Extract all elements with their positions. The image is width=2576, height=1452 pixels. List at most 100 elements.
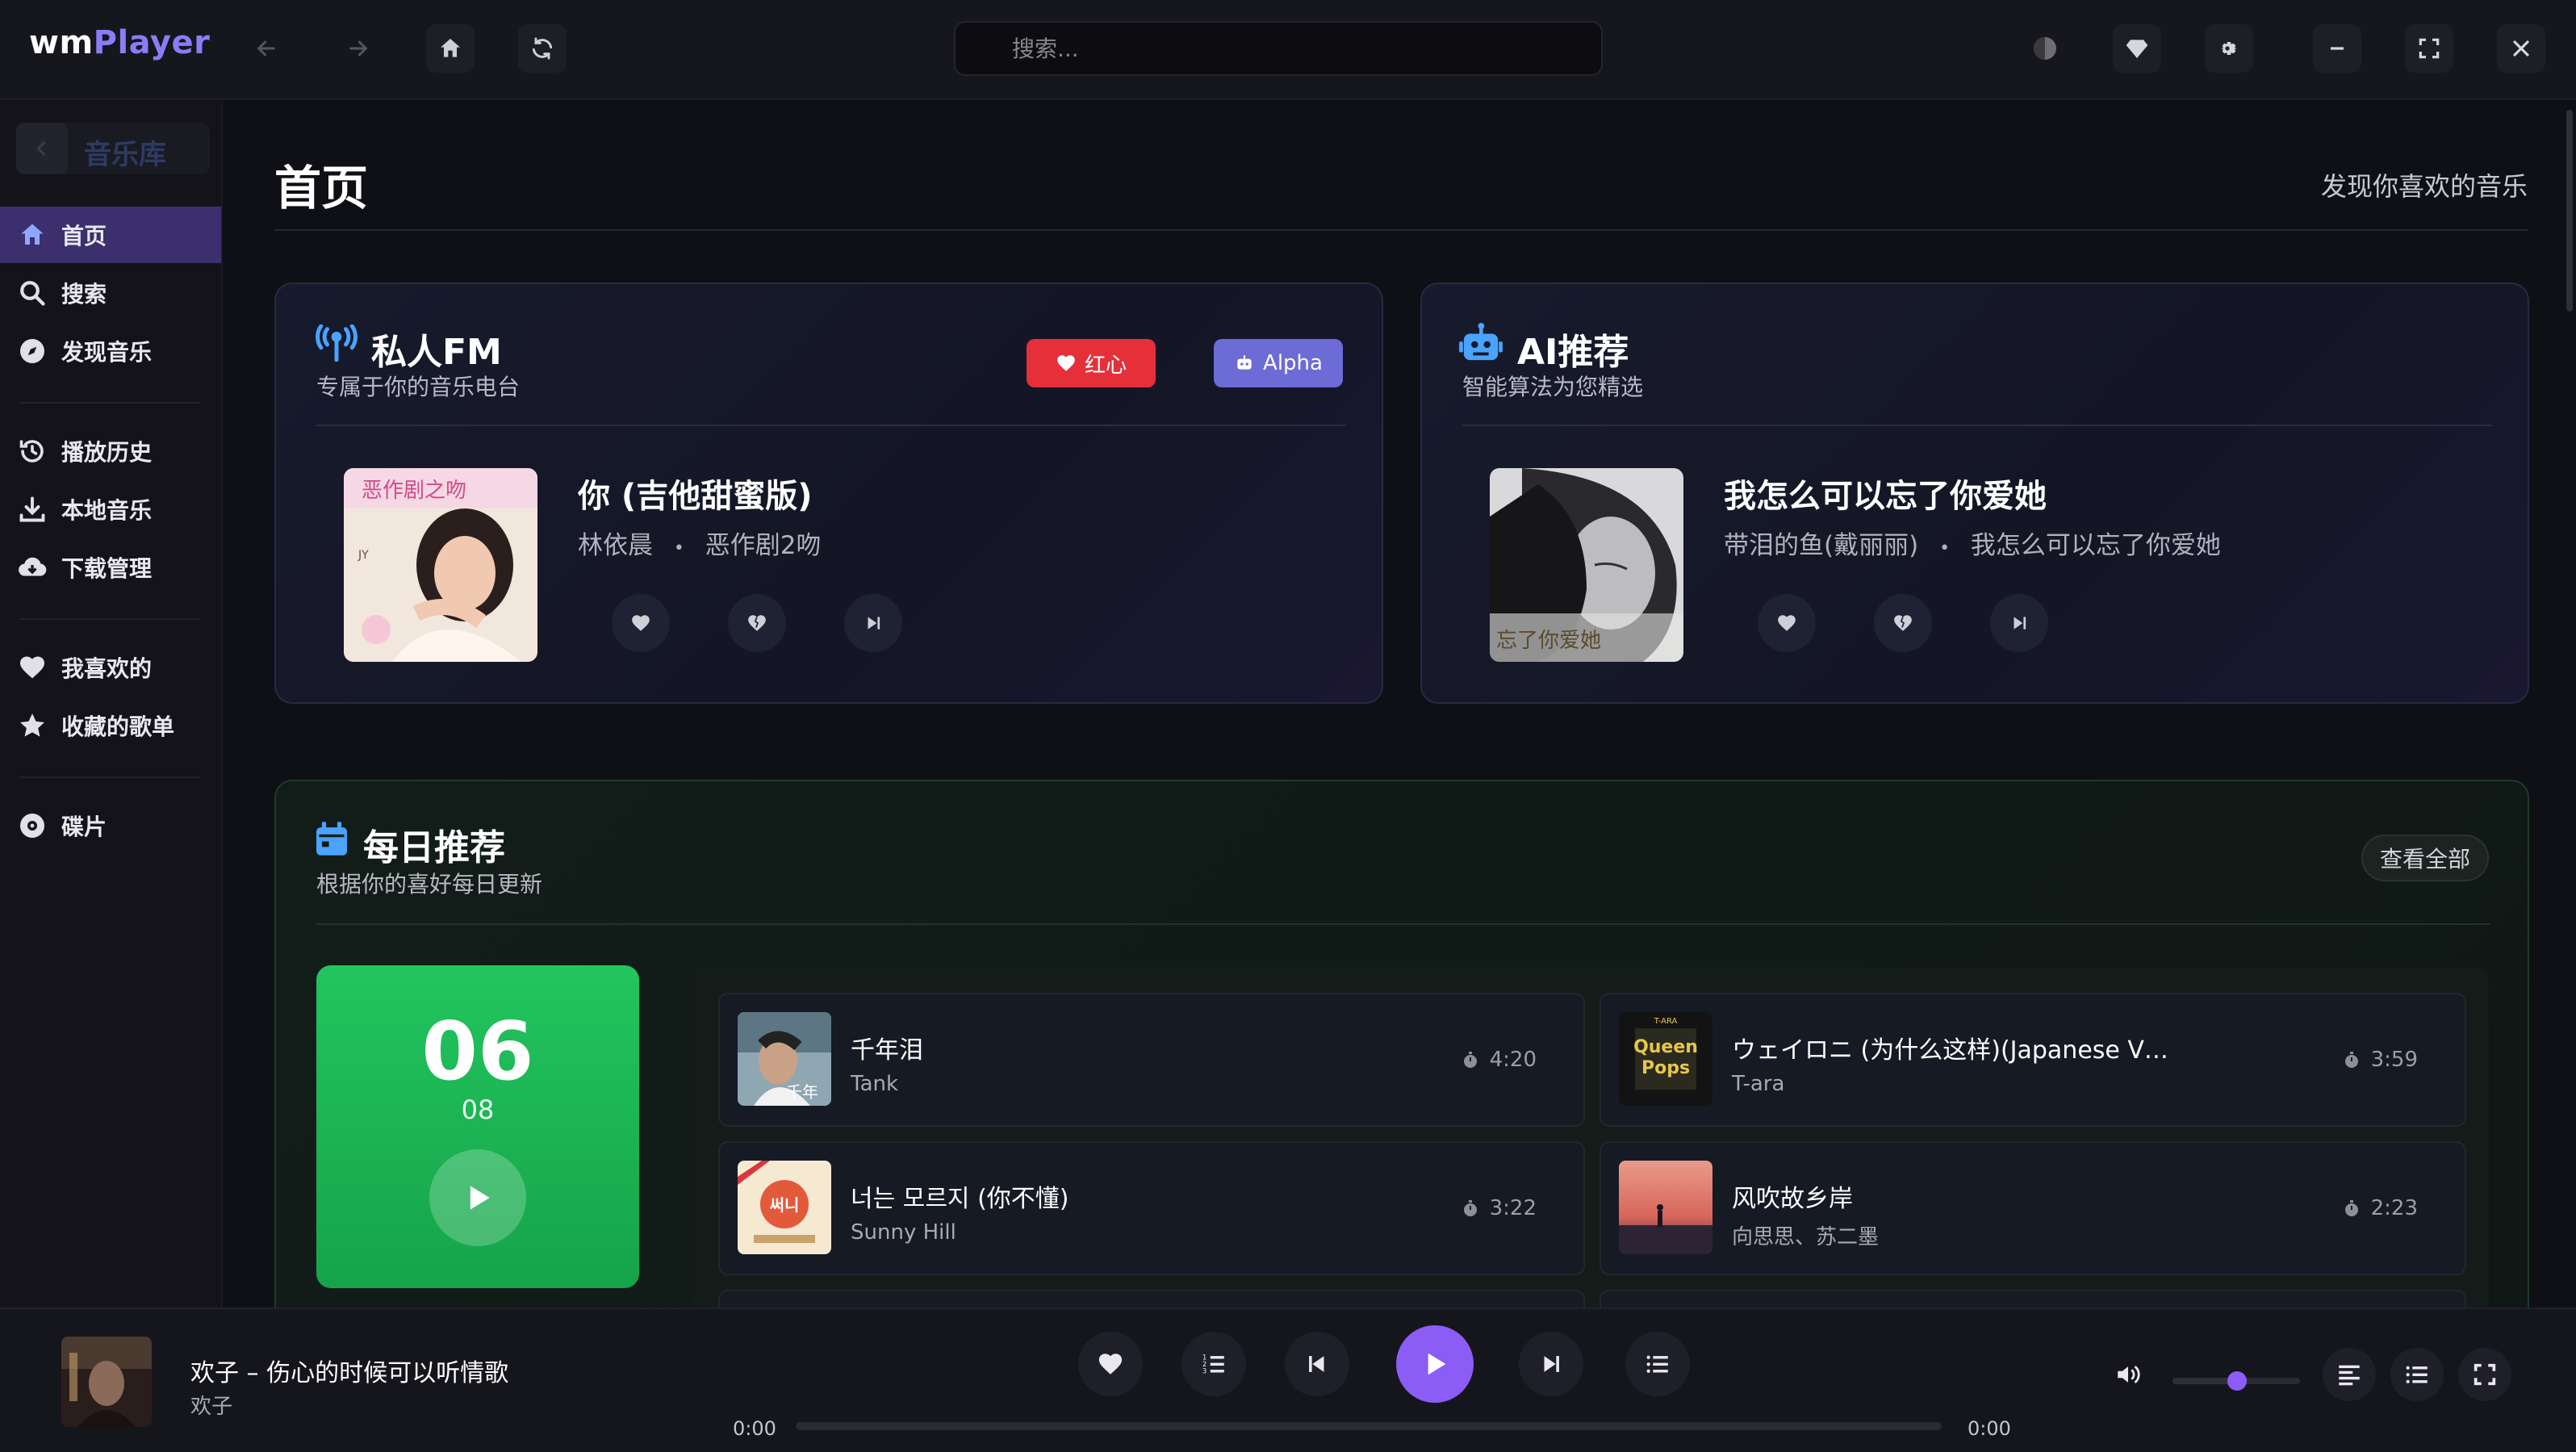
diamond-icon <box>2126 40 2148 58</box>
sidebar-item-history[interactable]: 播放历史 <box>0 423 221 479</box>
sidebar-item-playlists[interactable]: 收藏的歌单 <box>0 697 221 754</box>
see-all-button[interactable]: 查看全部 <box>2361 835 2489 881</box>
meta-separator: • <box>1939 538 1951 559</box>
avatar-icon <box>2034 37 2056 60</box>
list-icon <box>1646 1355 1668 1373</box>
align-left-icon <box>2339 1365 2360 1386</box>
track-duration: 4:20 <box>1461 1048 1537 1072</box>
vip-button[interactable] <box>2113 24 2161 73</box>
heart-icon <box>20 656 44 679</box>
home-button[interactable] <box>426 24 475 73</box>
list-item[interactable]: 千年 千年泪 Tank 4:20 <box>718 993 1585 1127</box>
disc-icon <box>20 814 44 838</box>
settings-button[interactable] <box>2205 24 2253 73</box>
ai-dislike-button[interactable] <box>1874 594 1932 652</box>
arrow-right-icon <box>349 40 368 56</box>
volume-fill <box>2172 1378 2235 1384</box>
minimize-button[interactable] <box>2313 24 2361 73</box>
fm-artist[interactable]: 林依晨 <box>578 531 653 560</box>
heart-icon <box>632 615 650 631</box>
sidebar-item-downloads[interactable]: 下载管理 <box>0 539 221 596</box>
previous-button[interactable] <box>1285 1332 1349 1396</box>
ai-song-meta: 带泪的鱼(戴丽丽) • 我怎么可以忘了你爱她 <box>1724 525 2221 561</box>
scrollbar[interactable] <box>2566 110 2573 312</box>
alpha-mode-button[interactable]: Alpha <box>1214 339 1343 387</box>
track-cover: Queen Pops T-ARA <box>1619 1012 1712 1106</box>
title-bar: wmPlayer <box>0 0 2576 100</box>
back-button[interactable] <box>242 24 291 73</box>
divider <box>316 923 2490 925</box>
fm-next-button[interactable] <box>844 594 902 652</box>
sidebar-item-label: 首页 <box>61 223 107 249</box>
track-artist: T-ara <box>1732 1072 1785 1096</box>
svg-text:T-ARA: T-ARA <box>1654 1017 1678 1026</box>
play-daily-button[interactable] <box>429 1149 526 1246</box>
daily-recommend-section: 每日推荐 根据你的喜好每日更新 查看全部 06 08 千年 千年泪 Tank 4… <box>274 780 2529 1345</box>
sidebar-item-liked[interactable]: 我喜欢的 <box>0 639 221 696</box>
list-item[interactable]: 风吹故乡岸 向思思、苏二墨 2:23 <box>1600 1141 2466 1275</box>
volume-knob[interactable] <box>2227 1371 2247 1391</box>
play-mode-button[interactable]: 123 <box>1181 1332 1246 1396</box>
list-item[interactable]: Queen Pops T-ARA ウェイロニ (为什么这样)(Japanese V…… <box>1600 993 2466 1127</box>
daily-subtitle: 根据你的喜好每日更新 <box>316 871 543 898</box>
maximize-button[interactable] <box>2405 24 2453 73</box>
sidebar-item-label: 下载管理 <box>61 555 153 582</box>
nav-divider <box>19 402 200 404</box>
fm-dislike-button[interactable] <box>728 594 786 652</box>
list-item[interactable]: 써니 너는 모르지 (你不懂) Sunny Hill 3:22 <box>718 1141 1585 1275</box>
sidebar-item-albums[interactable]: 碟片 <box>0 797 221 854</box>
red-heart-mode-button[interactable]: 红心 <box>1027 339 1156 387</box>
fullscreen-button[interactable] <box>2458 1348 2511 1401</box>
lyrics-button[interactable] <box>2323 1348 2376 1401</box>
sidebar-item-label: 收藏的歌单 <box>61 713 175 740</box>
track-cover: 千年 <box>738 1012 831 1106</box>
skip-next-icon <box>2014 617 2026 630</box>
radio-tower-icon <box>316 324 358 362</box>
volume-icon <box>2118 1365 2140 1384</box>
playlist-button[interactable] <box>1625 1332 1690 1396</box>
progress-bar[interactable] <box>796 1422 1942 1430</box>
broken-heart-icon <box>748 615 766 631</box>
library-header: 音乐库 <box>16 123 210 174</box>
ai-recommend-card: AI推荐 智能算法为您精选 忘了你爱她 我怎么可以忘了你爱她 带泪的鱼(戴丽丽)… <box>1420 282 2529 704</box>
sidebar-item-local-music[interactable]: 本地音乐 <box>0 481 221 538</box>
minimize-icon <box>2331 47 2344 50</box>
volume-button[interactable] <box>2101 1348 2155 1401</box>
nav-divider <box>19 618 200 620</box>
like-button[interactable] <box>1078 1332 1143 1396</box>
album-cover[interactable]: 忘了你爱她 <box>1490 468 1683 662</box>
ai-artist[interactable]: 带泪的鱼(戴丽丽) <box>1724 531 1918 560</box>
expand-icon <box>2474 1363 2496 1386</box>
now-playing-artist[interactable]: 欢子 <box>190 1390 232 1420</box>
fm-title: 私人FM <box>371 332 502 373</box>
next-button[interactable] <box>1519 1332 1583 1396</box>
svg-text:千年: 千年 <box>786 1082 818 1102</box>
date-month: 08 <box>461 1094 495 1125</box>
play-button[interactable] <box>1396 1325 1474 1403</box>
close-button[interactable] <box>2497 24 2545 73</box>
divider <box>316 425 1346 426</box>
daily-title: 每日推荐 <box>363 827 505 868</box>
duration-text: 3:22 <box>1489 1196 1537 1220</box>
avatar[interactable] <box>2021 24 2069 73</box>
sidebar-item-label: 碟片 <box>61 814 107 840</box>
refresh-button[interactable] <box>518 24 567 73</box>
daily-date-tile[interactable]: 06 08 <box>316 965 639 1288</box>
ai-album[interactable]: 我怎么可以忘了你爱她 <box>1971 531 2221 560</box>
sidebar-item-home[interactable]: 首页 <box>0 207 221 263</box>
fm-album[interactable]: 恶作剧2吻 <box>705 531 822 560</box>
ai-next-button[interactable] <box>1990 594 2048 652</box>
collapse-sidebar-button[interactable] <box>16 123 68 174</box>
queue-button[interactable] <box>2390 1348 2444 1401</box>
fm-song-title: 你 (吉他甜蜜版) <box>578 478 813 515</box>
album-cover[interactable]: 恶作剧之吻 JY <box>344 468 537 662</box>
search-input[interactable] <box>1012 35 1601 62</box>
now-playing-cover[interactable] <box>61 1337 152 1427</box>
heart-icon <box>1778 615 1796 631</box>
search-box[interactable] <box>954 21 1603 76</box>
sidebar-item-search[interactable]: 搜索 <box>0 265 221 321</box>
fm-like-button[interactable] <box>612 594 670 652</box>
ai-like-button[interactable] <box>1758 594 1816 652</box>
sidebar-item-discover[interactable]: 发现音乐 <box>0 323 221 379</box>
forward-button[interactable] <box>334 24 383 73</box>
